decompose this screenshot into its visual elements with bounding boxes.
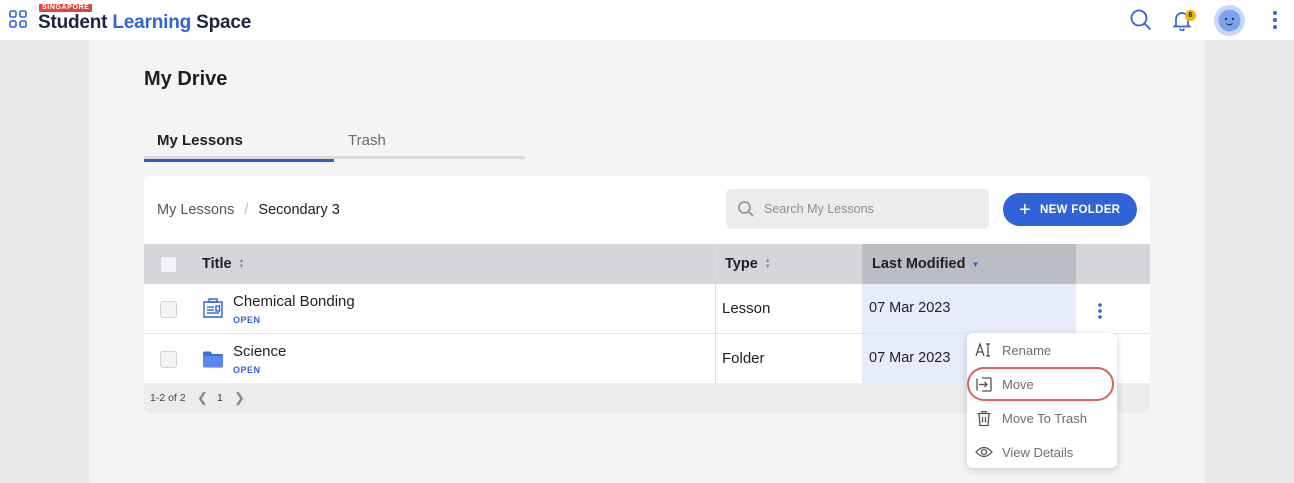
plus-icon: + bbox=[1019, 198, 1031, 221]
status-badge: OPEN bbox=[233, 365, 261, 375]
breadcrumb-separator: / bbox=[244, 202, 249, 218]
row-context-menu: Rename Move Move To Trash View Details bbox=[967, 333, 1117, 468]
page-number[interactable]: 1 bbox=[217, 392, 223, 404]
breadcrumb-root[interactable]: My Lessons bbox=[157, 202, 234, 218]
tab-bar: My Lessons Trash bbox=[144, 122, 525, 162]
new-folder-label: NEW FOLDER bbox=[1039, 203, 1121, 216]
folder-icon bbox=[201, 348, 225, 370]
row-actions-icon[interactable] bbox=[1089, 300, 1111, 322]
row-title[interactable]: Chemical Bonding bbox=[233, 293, 355, 310]
row-date: 07 Mar 2023 bbox=[869, 350, 951, 366]
row-checkbox[interactable] bbox=[160, 351, 177, 368]
top-bar: SINGAPORE Student Learning Space 6 bbox=[0, 0, 1294, 40]
new-folder-button[interactable]: + NEW FOLDER bbox=[1003, 193, 1137, 226]
sort-descending-icon: ▼ bbox=[971, 259, 980, 269]
menu-item-label: Move bbox=[1002, 376, 1034, 392]
notification-badge: 6 bbox=[1185, 10, 1196, 21]
search-input[interactable] bbox=[764, 189, 984, 229]
sort-icon: ▲ ▼ bbox=[238, 258, 245, 270]
search-icon[interactable] bbox=[1127, 6, 1155, 34]
eye-icon bbox=[975, 443, 993, 461]
logo-text: Student Learning Space bbox=[38, 12, 252, 33]
search-icon bbox=[737, 200, 755, 223]
status-badge: OPEN bbox=[233, 315, 261, 325]
column-divider bbox=[715, 244, 716, 383]
apps-grid-icon[interactable] bbox=[9, 10, 27, 28]
more-options-icon[interactable] bbox=[1261, 6, 1289, 34]
menu-item-move[interactable]: Move bbox=[967, 367, 1117, 401]
menu-item-label: View Details bbox=[1002, 444, 1074, 460]
logo-tag: SINGAPORE bbox=[39, 4, 93, 12]
row-date-cell: 07 Mar 2023 bbox=[862, 284, 1076, 333]
row-title[interactable]: Science bbox=[233, 343, 286, 360]
tab-my-lessons[interactable]: My Lessons bbox=[144, 122, 334, 162]
trash-icon bbox=[975, 409, 993, 427]
page-title: My Drive bbox=[144, 68, 228, 90]
select-all-checkbox[interactable] bbox=[160, 256, 177, 273]
row-type: Lesson bbox=[722, 300, 771, 317]
tab-trash[interactable]: Trash bbox=[348, 122, 386, 159]
column-last-modified[interactable]: Last Modified ▼ bbox=[862, 244, 1076, 284]
table-header: Title ▲ ▼ Type ▲ ▼ Last Modified ▼ bbox=[144, 244, 1150, 284]
avatar[interactable] bbox=[1214, 5, 1245, 36]
previous-page-icon[interactable]: ❮ bbox=[197, 390, 208, 406]
sort-icon: ▲ ▼ bbox=[764, 258, 771, 270]
move-icon bbox=[975, 375, 993, 393]
menu-item-rename[interactable]: Rename bbox=[967, 333, 1117, 367]
breadcrumb-current: Secondary 3 bbox=[258, 202, 340, 218]
menu-item-label: Rename bbox=[1002, 342, 1052, 358]
table-row[interactable]: Chemical Bonding OPEN Lesson 07 Mar 2023 bbox=[144, 284, 1150, 334]
row-date: 07 Mar 2023 bbox=[869, 300, 951, 316]
lesson-icon bbox=[201, 298, 225, 320]
search-box bbox=[726, 189, 989, 229]
column-title[interactable]: Title ▲ ▼ bbox=[202, 244, 245, 284]
menu-item-move-to-trash[interactable]: Move To Trash bbox=[967, 401, 1117, 435]
row-checkbox[interactable] bbox=[160, 301, 177, 318]
row-type: Folder bbox=[722, 350, 765, 367]
rename-icon bbox=[975, 341, 993, 359]
pagination-range: 1-2 of 2 bbox=[150, 392, 186, 404]
column-type[interactable]: Type ▲ ▼ bbox=[725, 244, 771, 284]
breadcrumb: My Lessons / Secondary 3 bbox=[157, 202, 340, 218]
menu-item-view-details[interactable]: View Details bbox=[967, 435, 1117, 469]
next-page-icon[interactable]: ❯ bbox=[234, 390, 245, 406]
menu-item-label: Move To Trash bbox=[1002, 410, 1088, 426]
